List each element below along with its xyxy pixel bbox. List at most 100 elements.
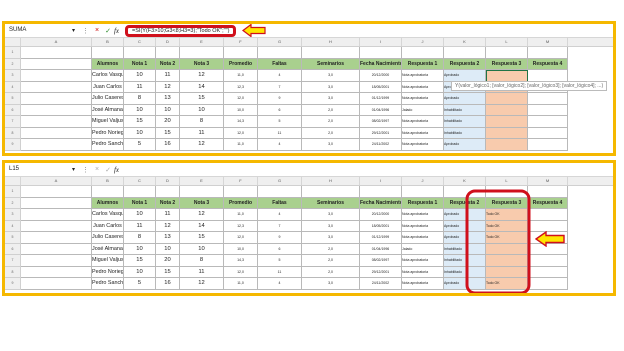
- cell-n2[interactable]: 11: [156, 209, 180, 221]
- column-header-m[interactable]: M: [528, 38, 568, 46]
- cell-n3[interactable]: 12: [180, 278, 224, 290]
- header-cell[interactable]: Respuesta 1: [402, 197, 444, 209]
- cell-faltas[interactable]: 9: [258, 93, 302, 105]
- cell-sem[interactable]: 3,0: [302, 209, 360, 221]
- cell-n1[interactable]: 10: [124, 127, 156, 139]
- cell-n3[interactable]: 15: [180, 93, 224, 105]
- cell-sem[interactable]: 2,0: [302, 127, 360, 139]
- empty-cell[interactable]: [528, 139, 568, 151]
- name-box[interactable]: L15 ▾: [5, 166, 79, 173]
- row-number[interactable]: 2: [5, 197, 21, 209]
- column-header-f[interactable]: F: [224, 38, 258, 46]
- cell-prom[interactable]: 10,0: [224, 104, 258, 116]
- cell-n1[interactable]: 15: [124, 255, 156, 267]
- cell-faltas[interactable]: 7: [258, 81, 302, 93]
- empty-cell[interactable]: [21, 278, 92, 290]
- cell-r1[interactable]: Nota aprobatoria: [402, 139, 444, 151]
- header-cell[interactable]: Alumnos: [92, 197, 124, 209]
- corner-cell[interactable]: [5, 38, 21, 46]
- cell-prom[interactable]: 12,0: [224, 266, 258, 278]
- column-header-j[interactable]: J: [402, 177, 444, 185]
- cell-prom[interactable]: 10,0: [224, 243, 258, 255]
- column-header-i[interactable]: I: [360, 38, 402, 46]
- column-header-h[interactable]: H: [302, 177, 360, 185]
- cell-faltas[interactable]: 4: [258, 278, 302, 290]
- row-number[interactable]: 1: [5, 47, 21, 59]
- empty-cell[interactable]: [21, 220, 92, 232]
- cell-n1[interactable]: 5: [124, 139, 156, 151]
- empty-cell[interactable]: [124, 47, 156, 59]
- cell-prom[interactable]: 12,0: [224, 93, 258, 105]
- cell-n2[interactable]: 16: [156, 139, 180, 151]
- empty-cell[interactable]: [21, 139, 92, 151]
- empty-cell[interactable]: [21, 243, 92, 255]
- cell-r2[interactable]: Inhabilitado: [444, 127, 486, 139]
- empty-cell[interactable]: [528, 209, 568, 221]
- cell-n1[interactable]: 10: [124, 266, 156, 278]
- column-header-a[interactable]: A: [21, 177, 92, 185]
- cell-n3[interactable]: 11: [180, 127, 224, 139]
- row-number[interactable]: 3: [5, 209, 21, 221]
- cell-n1[interactable]: 15: [124, 116, 156, 128]
- cell-r1[interactable]: Nota aprobatoria: [402, 127, 444, 139]
- cell-n3[interactable]: 8: [180, 255, 224, 267]
- cell-r3[interactable]: [486, 104, 528, 116]
- cell-sem[interactable]: 2,0: [302, 243, 360, 255]
- cell-sem[interactable]: 2,0: [302, 266, 360, 278]
- cancel-icon[interactable]: ×: [95, 27, 99, 34]
- row-number[interactable]: 7: [5, 255, 21, 267]
- cell-alumno[interactable]: Julio Caseres: [92, 93, 124, 105]
- cell-r1[interactable]: Jalado: [402, 243, 444, 255]
- empty-cell[interactable]: [528, 255, 568, 267]
- header-cell[interactable]: Nota 3: [180, 197, 224, 209]
- column-header-b[interactable]: B: [92, 38, 124, 46]
- empty-cell[interactable]: [21, 127, 92, 139]
- empty-cell[interactable]: [528, 127, 568, 139]
- header-cell[interactable]: Promedio: [224, 58, 258, 70]
- header-cell[interactable]: Respuesta 1: [402, 58, 444, 70]
- cell-r1[interactable]: Nota aprobatoria: [402, 232, 444, 244]
- cell-n2[interactable]: 10: [156, 104, 180, 116]
- header-cell[interactable]: Faltas: [258, 197, 302, 209]
- insert-function-icon[interactable]: fx: [114, 27, 119, 35]
- cell-fecha[interactable]: 08/02/1997: [360, 116, 402, 128]
- cell-sem[interactable]: 3,0: [302, 93, 360, 105]
- cell-n3[interactable]: 12: [180, 139, 224, 151]
- cell-sem[interactable]: 3,0: [302, 70, 360, 82]
- cell-fecha[interactable]: 24/11/2002: [360, 278, 402, 290]
- row-number[interactable]: 9: [5, 278, 21, 290]
- name-box[interactable]: SUMA ▾: [5, 27, 79, 34]
- column-header-g[interactable]: G: [258, 177, 302, 185]
- cell-alumno[interactable]: Pedro Noriega: [92, 266, 124, 278]
- cell-prom[interactable]: 11,0: [224, 278, 258, 290]
- header-cell[interactable]: Respuesta 3: [486, 58, 528, 70]
- header-cell[interactable]: Fecha Nacimiento: [360, 197, 402, 209]
- empty-cell[interactable]: [528, 47, 568, 59]
- cell-r2[interactable]: Inhabilitado: [444, 104, 486, 116]
- empty-cell[interactable]: [21, 209, 92, 221]
- cell-alumno[interactable]: Pedro Sanchez: [92, 139, 124, 151]
- enter-icon[interactable]: ✓: [105, 166, 111, 174]
- empty-cell[interactable]: [224, 47, 258, 59]
- cell-r3[interactable]: [486, 116, 528, 128]
- cell-fecha[interactable]: 20/12/2000: [360, 209, 402, 221]
- cell-n1[interactable]: 10: [124, 243, 156, 255]
- cell-alumno[interactable]: Pedro Sanchez: [92, 278, 124, 290]
- empty-cell[interactable]: [21, 232, 92, 244]
- cell-r3[interactable]: [486, 93, 528, 105]
- empty-cell[interactable]: [21, 266, 92, 278]
- cell-n2[interactable]: 10: [156, 243, 180, 255]
- cell-faltas[interactable]: 11: [258, 127, 302, 139]
- cell-prom[interactable]: 12,3: [224, 220, 258, 232]
- cell-fecha[interactable]: 18/05/2001: [360, 220, 402, 232]
- cell-alumno[interactable]: Carlos Vasquez: [92, 209, 124, 221]
- cell-r2[interactable]: Inhabilitado: [444, 116, 486, 128]
- empty-cell[interactable]: [528, 93, 568, 105]
- empty-cell[interactable]: [21, 47, 92, 59]
- empty-cell[interactable]: [92, 47, 124, 59]
- cell-prom[interactable]: 11,0: [224, 209, 258, 221]
- header-cell[interactable]: Respuesta 4: [528, 58, 568, 70]
- header-cell[interactable]: Promedio: [224, 197, 258, 209]
- empty-cell[interactable]: [92, 186, 124, 198]
- empty-cell[interactable]: [21, 116, 92, 128]
